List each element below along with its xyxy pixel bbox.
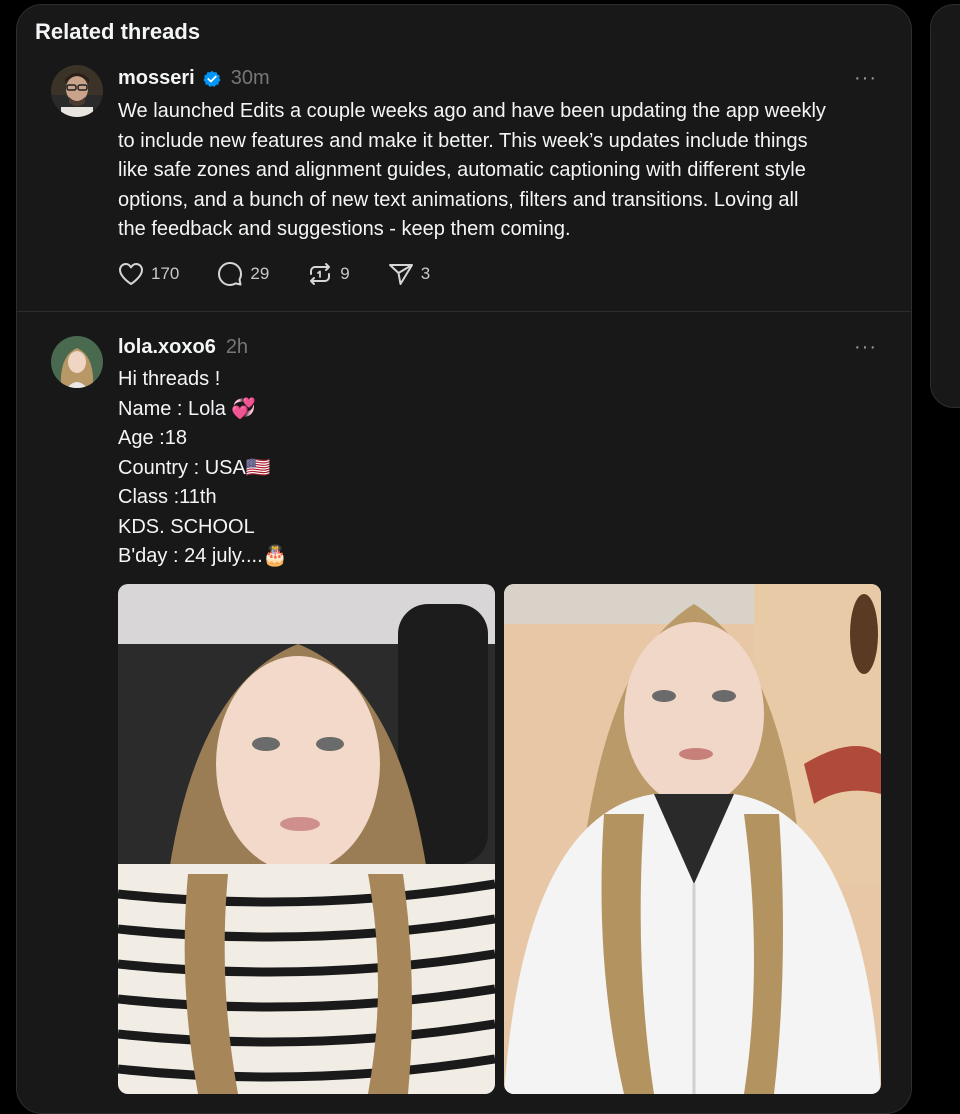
avatar[interactable]	[51, 65, 103, 117]
username[interactable]: lola.xoxo6	[118, 336, 216, 359]
share-button[interactable]: 3	[388, 262, 430, 286]
repost-icon	[307, 261, 333, 287]
text-line: like safe zones and alignment guides, au…	[118, 159, 806, 181]
text-line: Name : Lola 💞	[118, 397, 257, 420]
like-button[interactable]: 170	[118, 262, 179, 286]
reply-count: 29	[250, 264, 270, 283]
share-icon	[388, 262, 414, 286]
share-count: 3	[420, 264, 431, 283]
text-line: Country : USA🇺🇸	[118, 456, 271, 479]
avatar[interactable]	[51, 336, 103, 388]
post-time: 2h	[225, 336, 249, 358]
text-line: We launched Edits a couple weeks ago and…	[118, 100, 826, 122]
side-panel	[930, 4, 960, 408]
post-image[interactable]	[118, 584, 495, 1094]
post-actions: 170 29 9 3	[118, 261, 468, 287]
photo-carousel	[118, 584, 881, 1094]
repost-button[interactable]: 9	[307, 261, 350, 287]
text-line: Age :18	[118, 427, 187, 449]
more-icon[interactable]: ···	[854, 68, 877, 88]
post-header: lola.xoxo6 2h	[118, 336, 248, 359]
text-line: to include new features and make it bett…	[118, 129, 808, 152]
like-count: 170	[151, 264, 180, 283]
text-line: B'day : 24 july....🎂	[118, 545, 288, 567]
more-icon[interactable]: ···	[854, 337, 877, 357]
related-threads-panel: Related threads mosseri 30m ··· We launc…	[16, 4, 912, 1114]
heart-icon	[118, 262, 144, 286]
text-line: options, and a bunch of new text animati…	[118, 188, 799, 211]
verified-badge-icon	[203, 70, 221, 88]
thread-post[interactable]: lola.xoxo6 2h ··· Hi threads ! Name : Lo…	[17, 312, 911, 1112]
post-time: 30m	[230, 67, 270, 89]
text-line: the feedback and suggestions - keep them…	[118, 218, 571, 240]
text-line: Class :11th	[118, 486, 217, 508]
post-header: mosseri 30m	[118, 67, 270, 90]
reply-button[interactable]: 29	[217, 261, 269, 287]
post-text: We launched Edits a couple weeks ago and…	[118, 97, 888, 245]
repost-count: 9	[340, 264, 350, 283]
text-line: KDS. SCHOOL	[118, 515, 255, 538]
thread-post[interactable]: mosseri 30m ··· We launched Edits a coup…	[17, 63, 911, 312]
post-image[interactable]	[504, 584, 881, 1094]
post-text: Hi threads ! Name : Lola 💞 Age :18 Count…	[118, 365, 888, 572]
text-line: Hi threads !	[118, 368, 221, 390]
username[interactable]: mosseri	[118, 67, 195, 90]
comment-icon	[217, 261, 243, 287]
section-title: Related threads	[35, 19, 201, 44]
